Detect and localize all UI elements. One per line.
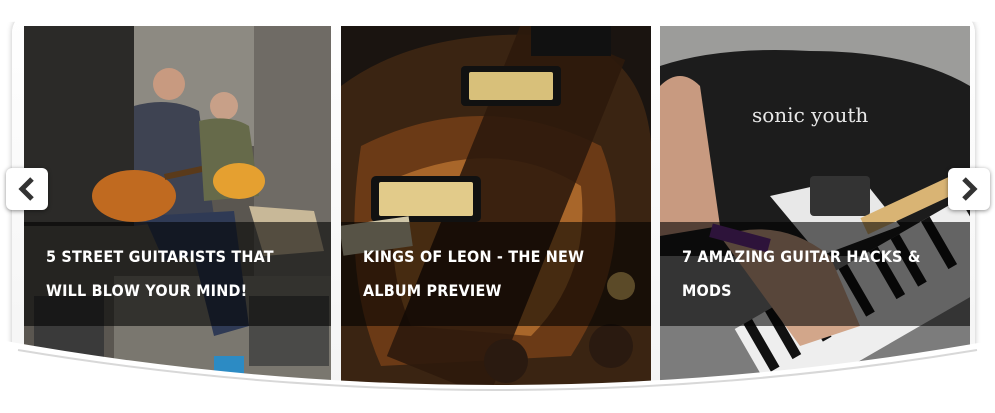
slide-caption: 7 AMAZING GUITAR HACKS & MODS bbox=[660, 222, 970, 326]
svg-text:sonic youth: sonic youth bbox=[752, 103, 868, 127]
slide-caption-text[interactable]: 7 AMAZING GUITAR HACKS & MODS bbox=[660, 240, 970, 308]
chevron-left-icon bbox=[18, 177, 34, 201]
slide-caption-text[interactable]: 5 STREET GUITARISTS THAT WILL BLOW YOUR … bbox=[24, 240, 331, 308]
slide-guitar-hacks[interactable]: sonic youth 7 AMAZING GUITAR HACKS & MOD… bbox=[660, 26, 970, 390]
next-slide-button[interactable] bbox=[948, 168, 990, 210]
slide-image-guitar-hacks: sonic youth bbox=[660, 26, 970, 390]
slide-caption-text[interactable]: KINGS OF LEON - THE NEW ALBUM PREVIEW bbox=[341, 240, 651, 308]
slide-image-guitar bbox=[341, 26, 651, 390]
slide-street-guitarists[interactable]: 5 STREET GUITARISTS THAT WILL BLOW YOUR … bbox=[24, 26, 331, 390]
slide-kings-of-leon[interactable]: KINGS OF LEON - THE NEW ALBUM PREVIEW bbox=[341, 26, 651, 390]
slide-caption: 5 STREET GUITARISTS THAT WILL BLOW YOUR … bbox=[24, 222, 331, 326]
chevron-right-icon bbox=[962, 177, 978, 201]
slide-image-street-guitarists bbox=[24, 26, 331, 390]
previous-slide-button[interactable] bbox=[6, 168, 48, 210]
slide-caption: KINGS OF LEON - THE NEW ALBUM PREVIEW bbox=[341, 222, 651, 326]
